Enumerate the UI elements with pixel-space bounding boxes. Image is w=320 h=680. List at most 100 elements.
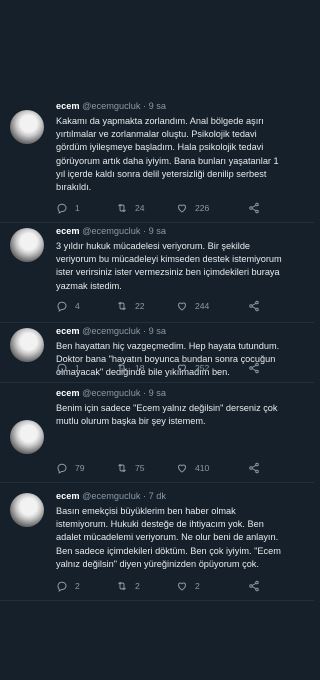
author-handle[interactable]: @ecemgucluk xyxy=(82,226,140,236)
share-icon xyxy=(248,202,260,214)
share-button[interactable] xyxy=(248,300,260,312)
like-icon xyxy=(176,300,188,312)
reply-button[interactable]: 1 xyxy=(56,202,80,214)
tweet-text-line: Ben hayattan hiç vazgeçmedim. Hep hayata… xyxy=(56,341,280,351)
retweet-count: 22 xyxy=(135,301,145,311)
reply-count: 79 xyxy=(75,463,85,473)
reply-icon xyxy=(56,580,68,592)
share-icon xyxy=(248,580,260,592)
retweet-button[interactable]: 18 xyxy=(116,362,145,374)
retweet-count: 18 xyxy=(135,363,145,373)
retweet-icon xyxy=(116,580,128,592)
tweet-text-line: adalet mücadelemi veriyorum. Ne olur ben… xyxy=(56,532,279,543)
like-button[interactable]: 2 xyxy=(176,580,200,592)
reply-icon xyxy=(56,300,68,312)
author-handle[interactable]: @ecemgucluk xyxy=(82,491,140,501)
reply-icon xyxy=(56,202,68,214)
tweet-time[interactable]: 9 sa xyxy=(149,388,166,398)
author-name[interactable]: ecem xyxy=(56,388,80,398)
retweet-button[interactable]: 22 xyxy=(116,300,145,312)
avatar[interactable] xyxy=(10,420,44,454)
retweet-icon xyxy=(116,300,128,312)
tweet-text-line: Ben sadece içimdekileri döktüm. Ben çok … xyxy=(56,545,281,556)
like-count: 226 xyxy=(195,203,210,213)
share-button[interactable] xyxy=(248,362,260,374)
tweet-header: ecem @ecemgucluk · 9 sa xyxy=(56,101,166,111)
author-handle[interactable]: @ecemgucluk xyxy=(82,388,140,398)
like-button[interactable]: 244 xyxy=(176,300,209,312)
share-button[interactable] xyxy=(248,462,260,474)
retweet-button[interactable]: 2 xyxy=(116,580,140,592)
tweet-text-line: bırakıldı. xyxy=(56,182,92,193)
retweet-icon xyxy=(116,462,128,474)
like-button[interactable]: 410 xyxy=(176,462,209,474)
retweet-button[interactable]: 75 xyxy=(116,462,145,474)
tweet-text-line: gördüm iyileşmeye başladım. Hala psikolo… xyxy=(56,142,264,153)
like-count: 244 xyxy=(195,301,210,311)
retweet-count: 75 xyxy=(135,463,145,473)
tweet-text-line: ister verirsiniz ister vermezsiniz ben i… xyxy=(56,267,280,278)
like-count: 2 xyxy=(195,581,200,591)
like-icon xyxy=(176,580,188,592)
share-icon xyxy=(248,300,260,312)
avatar[interactable] xyxy=(10,228,44,262)
author-handle[interactable]: @ecemgucluk xyxy=(82,101,140,111)
author-handle[interactable]: @ecemgucluk xyxy=(82,326,140,336)
retweet-button[interactable]: 24 xyxy=(116,202,145,214)
avatar[interactable] xyxy=(10,110,44,144)
share-button[interactable] xyxy=(248,202,260,214)
tweet-text-line: Basın emekçisi büyüklerim ben haber olma… xyxy=(56,506,236,516)
tweet-text-line: görüyorum artık daha iyiyim. Bana bunlar… xyxy=(56,155,279,166)
reply-button[interactable]: 2 xyxy=(56,580,80,592)
reply-button[interactable]: 79 xyxy=(56,462,85,474)
separator-dot: · xyxy=(142,101,147,111)
tweet-divider xyxy=(0,482,314,483)
avatar[interactable] xyxy=(10,493,44,527)
tweet-text-line: mutlu olurum başka bir şey istemem. xyxy=(56,416,206,427)
tweet-text: Kakamı da yapmakta zorlandım. Anal bölge… xyxy=(56,115,306,194)
tweet-divider xyxy=(0,222,314,223)
tweet-actions: 1 24 226 xyxy=(56,202,276,216)
separator-dot: · xyxy=(142,491,147,501)
tweet-divider xyxy=(0,382,314,383)
reply-count: 1 xyxy=(75,363,80,373)
author-name[interactable]: ecem xyxy=(56,226,80,236)
avatar[interactable] xyxy=(10,328,44,362)
like-count: 410 xyxy=(195,463,210,473)
reply-count: 4 xyxy=(75,301,80,311)
reply-icon xyxy=(56,362,68,374)
tweet-time[interactable]: 7 dk xyxy=(149,491,166,501)
tweet-divider xyxy=(0,322,314,323)
like-button[interactable]: 252 xyxy=(176,362,209,374)
tweet-actions: 79 75 410 xyxy=(56,462,276,476)
share-icon xyxy=(248,362,260,374)
tweet-header: ecem @ecemgucluk · 9 sa xyxy=(56,326,166,336)
tweet-text-line: yazmak istedim. xyxy=(56,280,122,291)
retweet-icon xyxy=(116,362,128,374)
tweet-text-line: Kakamı da yapmakta zorlandım. Anal bölge… xyxy=(56,116,264,126)
author-name[interactable]: ecem xyxy=(56,101,80,111)
retweet-count: 2 xyxy=(135,581,140,591)
author-name[interactable]: ecem xyxy=(56,491,80,501)
like-count: 252 xyxy=(195,363,210,373)
reply-button[interactable]: 4 xyxy=(56,300,80,312)
tweet-actions: 1 18 252 xyxy=(56,362,276,376)
tweet-header: ecem @ecemgucluk · 9 sa xyxy=(56,388,166,398)
tweet-text-line: yırtılmalar ve zorlanmalar oluştu. Psiko… xyxy=(56,129,257,140)
tweet-time[interactable]: 9 sa xyxy=(149,326,166,336)
reply-button[interactable]: 1 xyxy=(56,362,80,374)
tweet-text: Basın emekçisi büyüklerim ben haber olma… xyxy=(56,505,306,571)
reply-icon xyxy=(56,462,68,474)
tweet-text-line: istemiyorum. Hukuki desteğe de ihtiyacım… xyxy=(56,519,264,530)
separator-dot: · xyxy=(142,226,147,236)
tweet-time[interactable]: 9 sa xyxy=(149,226,166,236)
tweet-time[interactable]: 9 sa xyxy=(149,101,166,111)
like-icon xyxy=(176,362,188,374)
like-icon xyxy=(176,202,188,214)
author-name[interactable]: ecem xyxy=(56,326,80,336)
reply-count: 1 xyxy=(75,203,80,213)
like-button[interactable]: 226 xyxy=(176,202,209,214)
share-icon xyxy=(248,462,260,474)
share-button[interactable] xyxy=(248,580,260,592)
tweet-header: ecem @ecemgucluk · 7 dk xyxy=(56,491,166,501)
